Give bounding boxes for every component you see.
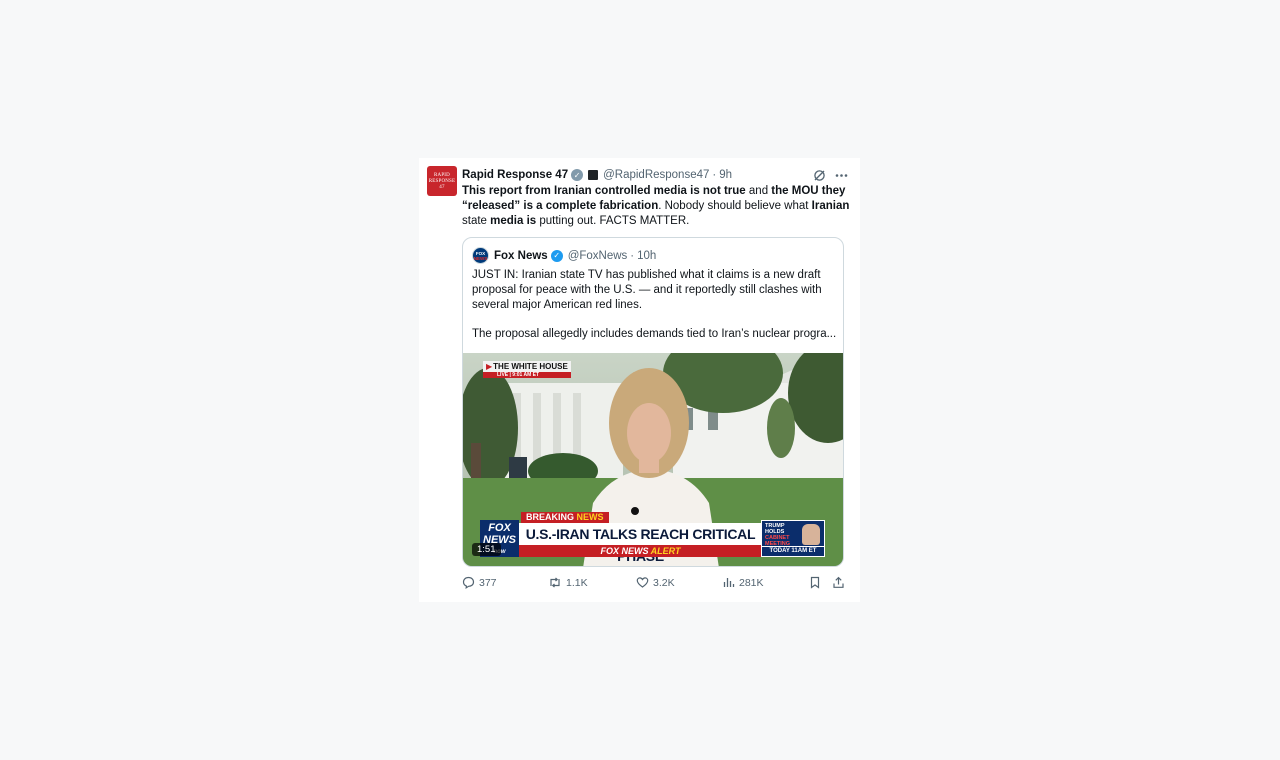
- post-text-segment: This report from Iranian controlled medi…: [462, 185, 746, 197]
- separator-dot: ·: [630, 249, 635, 262]
- affiliate-badge-icon[interactable]: [588, 170, 599, 180]
- breaking-text: BREAKING: [526, 512, 575, 522]
- post-text-segment: state: [462, 215, 491, 227]
- verified-badge-icon: ✓: [550, 249, 563, 262]
- location-tag: ▶THE WHITE HOUSE LIVE | 9:01 AM ET: [483, 361, 571, 378]
- post-text-segment: media is: [490, 215, 537, 227]
- quoted-author-name[interactable]: Fox News: [494, 250, 548, 262]
- post-text: This report from Iranian controlled medi…: [462, 184, 852, 229]
- separator-dot: ·: [712, 169, 717, 181]
- bookmark-icon: [809, 576, 821, 589]
- post-card[interactable]: RAPID RESPONSE 47 Rapid Response 47 ✓ @R…: [419, 158, 860, 602]
- author-avatar[interactable]: RAPID RESPONSE 47: [427, 166, 457, 196]
- bookmark-button[interactable]: [809, 576, 821, 589]
- reply-icon: [462, 576, 475, 589]
- side-promo-text: TRUMP HOLDS CABINET MEETING: [765, 523, 797, 547]
- views-button[interactable]: 281K: [722, 576, 764, 589]
- fox-logo-line-1: FOX: [488, 522, 511, 534]
- post-time[interactable]: 9h: [719, 169, 732, 181]
- live-tag: LIVE | 9:01 AM ET: [497, 372, 540, 378]
- post-actions: 377 1.1K 3.2K 281K: [462, 576, 850, 592]
- post-text-segment: Iranian: [811, 200, 850, 212]
- header-actions: [813, 169, 848, 182]
- video-duration: 1:51: [472, 543, 501, 556]
- more-options-icon[interactable]: [835, 169, 848, 182]
- location-tag-text: THE WHITE HOUSE: [493, 362, 568, 371]
- author-name[interactable]: Rapid Response 47: [462, 169, 568, 181]
- breaking-news-text: NEWS: [576, 512, 604, 522]
- quoted-paragraph-1: JUST IN: Iranian state TV has published …: [472, 269, 822, 311]
- repost-count: 1.1K: [566, 576, 588, 589]
- alert-text: ALERT: [650, 546, 681, 556]
- quoted-text: JUST IN: Iranian state TV has published …: [472, 268, 837, 342]
- views-chart-icon: [722, 576, 735, 589]
- verified-badge-icon[interactable]: ✓: [571, 169, 584, 181]
- avatar-text-3: 47: [439, 185, 445, 190]
- repost-icon: [548, 576, 562, 589]
- quoted-header: FOX NEWS Fox News ✓ @FoxNews · 10h: [472, 247, 656, 264]
- play-triangle-icon: ▶: [486, 362, 493, 371]
- heart-icon: [636, 576, 649, 589]
- grok-icon[interactable]: [813, 169, 826, 182]
- quoted-post-time[interactable]: 10h: [637, 250, 656, 262]
- fox-news-alert-bar: FOX NEWS ALERT: [519, 545, 762, 557]
- quoted-paragraph-2: The proposal allegedly includes demands …: [472, 328, 837, 340]
- quoted-avatar-text-bottom: NEWS: [473, 255, 488, 261]
- post-header: Rapid Response 47 ✓ @RapidResponse47 · 9…: [462, 166, 848, 184]
- like-button[interactable]: 3.2K: [636, 576, 675, 589]
- alert-brand-text: FOX NEWS: [600, 546, 649, 556]
- share-icon: [832, 576, 845, 589]
- post-text-segment: and: [745, 185, 772, 197]
- side-promo-time: TODAY 11AM ET: [762, 546, 824, 556]
- post-text-segment: putting out. FACTS MATTER.: [536, 215, 690, 227]
- share-button[interactable]: [832, 576, 845, 589]
- reply-count: 377: [479, 576, 497, 589]
- views-count: 281K: [739, 576, 764, 589]
- post-text-segment: . Nobody should believe what: [658, 200, 812, 212]
- quoted-author-handle[interactable]: @FoxNews: [568, 250, 628, 262]
- video-headline: U.S.-IRAN TALKS REACH CRITICAL PHASE: [519, 523, 762, 564]
- breaking-news-label: BREAKING NEWS: [521, 512, 609, 523]
- side-promo-portrait: [802, 524, 820, 545]
- video-player[interactable]: ▶THE WHITE HOUSE LIVE | 9:01 AM ET FOX N…: [463, 353, 843, 566]
- like-count: 3.2K: [653, 576, 675, 589]
- side-promo-box: TRUMP HOLDS CABINET MEETING TODAY 11AM E…: [761, 520, 825, 557]
- author-handle[interactable]: @RapidResponse47: [603, 169, 709, 181]
- quoted-post[interactable]: FOX NEWS Fox News ✓ @FoxNews · 10h JUST …: [462, 237, 844, 567]
- quoted-avatar[interactable]: FOX NEWS: [472, 247, 489, 264]
- repost-button[interactable]: 1.1K: [548, 576, 588, 589]
- reply-button[interactable]: 377: [462, 576, 497, 589]
